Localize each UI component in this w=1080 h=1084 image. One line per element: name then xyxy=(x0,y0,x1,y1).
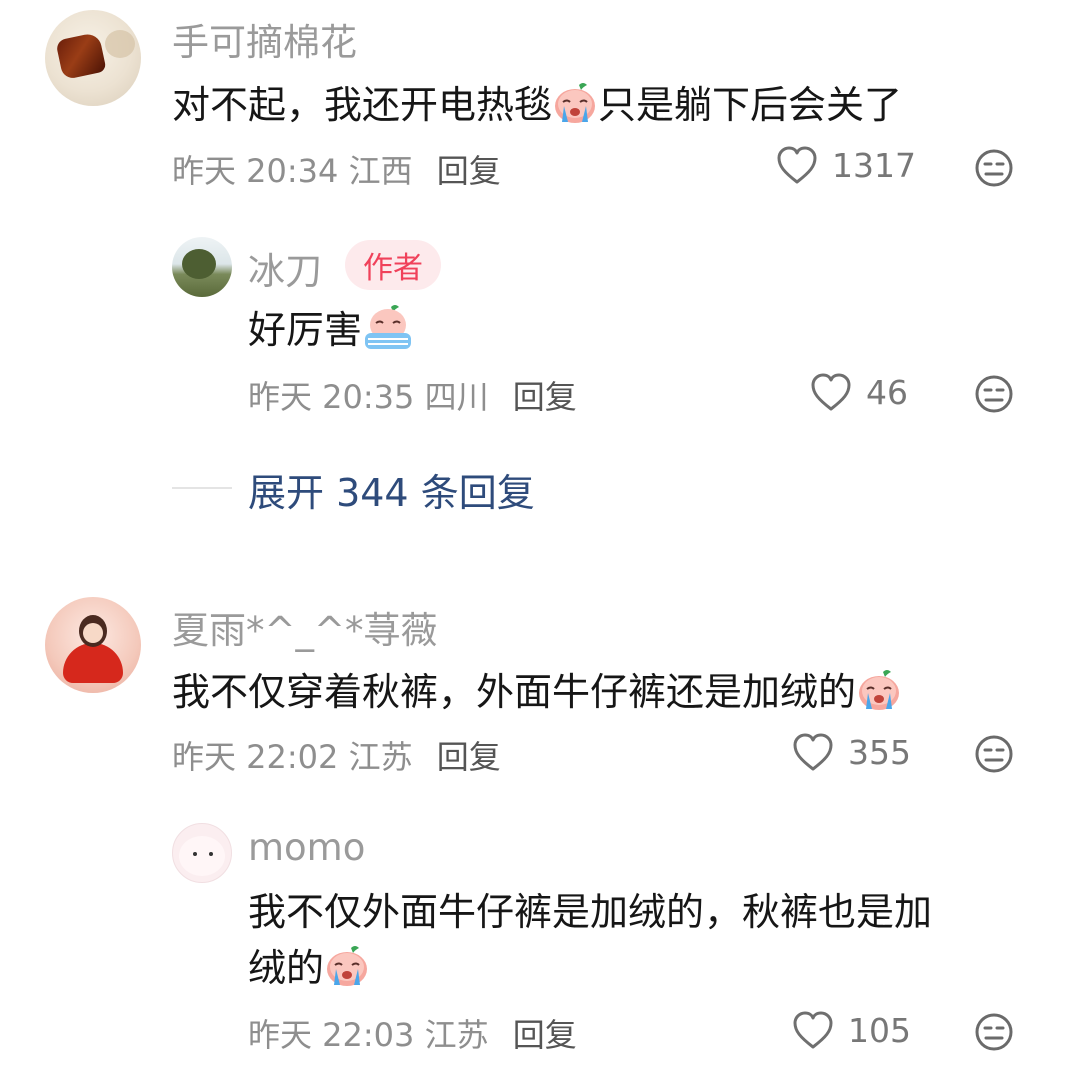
heart-outline-icon xyxy=(777,146,817,184)
avatar[interactable] xyxy=(172,237,232,297)
like-count: 46 xyxy=(866,372,908,412)
like-button[interactable]: 1317 xyxy=(776,145,916,185)
timestamp: 昨天 20:35 xyxy=(248,378,415,416)
reply-meta: 昨天 20:35 四川 回复 xyxy=(248,372,577,418)
meh-face-icon[interactable] xyxy=(974,1012,1014,1052)
expand-divider xyxy=(172,487,232,489)
reply-meta: 昨天 22:03 江苏 回复 xyxy=(248,1010,577,1056)
comment-meta: 昨天 20:34 江西 回复 xyxy=(172,146,501,192)
like-button[interactable]: 355 xyxy=(792,732,911,772)
reply-button[interactable]: 回复 xyxy=(437,152,501,190)
crying-face-emoji-icon xyxy=(859,670,900,710)
crying-face-emoji-icon xyxy=(365,305,412,349)
username[interactable]: momo xyxy=(248,826,365,869)
like-count: 1317 xyxy=(832,145,916,185)
avatar-image xyxy=(182,249,216,279)
reply-button[interactable]: 回复 xyxy=(513,378,577,416)
avatar-image xyxy=(55,31,107,81)
heart-outline-icon xyxy=(793,733,833,771)
heart-outline-icon xyxy=(793,1011,833,1049)
author-badge: 作者 xyxy=(345,240,441,290)
crying-face-emoji-icon xyxy=(555,83,596,123)
reply-button[interactable]: 回复 xyxy=(437,738,501,776)
location: 江苏 xyxy=(424,1016,489,1054)
like-button[interactable]: 105 xyxy=(792,1010,911,1050)
like-button[interactable]: 46 xyxy=(810,372,908,412)
meh-face-icon[interactable] xyxy=(974,148,1014,188)
comment-meta: 昨天 22:02 江苏 回复 xyxy=(172,732,501,778)
location: 四川 xyxy=(424,378,489,416)
avatar-image xyxy=(63,643,123,683)
timestamp: 昨天 22:03 xyxy=(248,1016,415,1054)
crying-face-emoji-icon xyxy=(327,946,368,986)
timestamp: 昨天 20:34 xyxy=(172,152,339,190)
avatar[interactable] xyxy=(172,823,232,883)
comment-text: 对不起，我还开电热毯 只是躺下后会关了 xyxy=(172,77,902,133)
username[interactable]: 冰刀 xyxy=(248,241,322,295)
reply-text: 好厉害 xyxy=(248,302,414,358)
meh-face-icon[interactable] xyxy=(974,734,1014,774)
like-count: 105 xyxy=(848,1010,911,1050)
location: 江苏 xyxy=(348,738,413,776)
heart-outline-icon xyxy=(811,373,851,411)
timestamp: 昨天 22:02 xyxy=(172,738,339,776)
meh-face-icon[interactable] xyxy=(974,374,1014,414)
avatar[interactable] xyxy=(45,10,141,106)
avatar-image xyxy=(179,836,225,876)
comment-text: 我不仅穿着秋裤，外面牛仔裤还是加绒的 xyxy=(172,664,902,720)
username[interactable]: 夏雨*^_^*荨薇 xyxy=(172,600,438,654)
username[interactable]: 手可摘棉花 xyxy=(172,12,357,66)
expand-replies-button[interactable]: 展开 344 条回复 xyxy=(248,462,535,517)
reply-text: 我不仅外面牛仔裤是加绒的，秋裤也是加 绒的 xyxy=(248,890,933,990)
like-count: 355 xyxy=(848,732,911,772)
reply-button[interactable]: 回复 xyxy=(513,1016,577,1054)
avatar[interactable] xyxy=(45,597,141,693)
location: 江西 xyxy=(348,152,413,190)
